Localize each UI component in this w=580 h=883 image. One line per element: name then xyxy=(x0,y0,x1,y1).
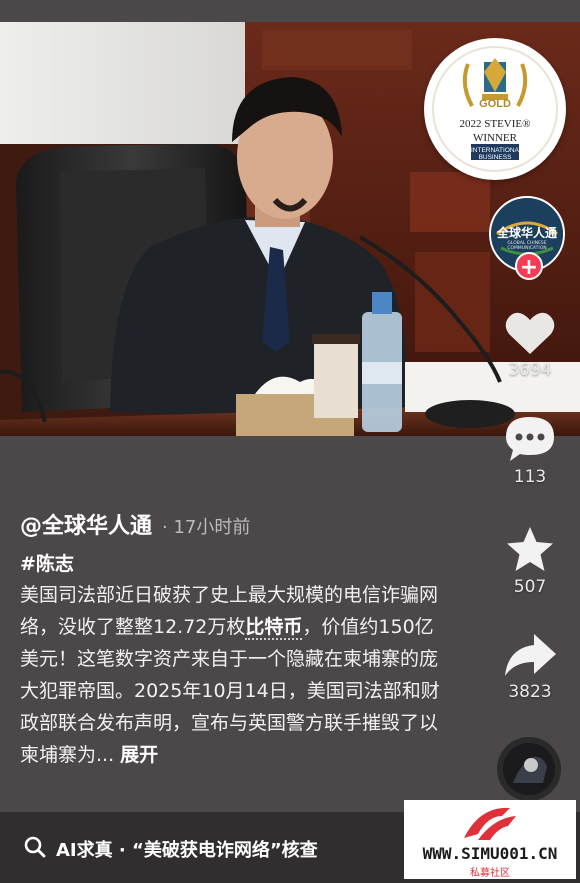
award-winner: WINNER xyxy=(473,132,517,144)
music-cover-icon xyxy=(503,743,555,795)
comment-icon xyxy=(506,417,554,461)
description-text-2: ，价值约150亿美元！这笔数字资产来自于一个隐藏在柬埔寨的庞大犯罪帝国。2025… xyxy=(20,616,440,766)
post-time: · 17小时前 xyxy=(162,517,251,538)
watermark-url: WWW.SIMU001.CN xyxy=(422,844,558,863)
watermark-label: 私募社区 xyxy=(470,868,510,879)
comment-count: 113 xyxy=(513,467,547,487)
search-icon xyxy=(24,836,46,858)
heart-icon xyxy=(505,312,555,354)
star-icon xyxy=(507,527,553,571)
share-arrow-icon xyxy=(505,634,556,676)
award-year: 2022 STEVIE® xyxy=(459,118,531,130)
watermark: WWW.SIMU001.CN 私募社区 xyxy=(404,800,576,879)
short-video-player: GOLD 2022 STEVIE® WINNER INTERNATIONAL B… xyxy=(0,0,580,883)
award-badge: GOLD 2022 STEVIE® WINNER INTERNATIONAL B… xyxy=(424,38,566,180)
favorite-button[interactable]: 507 xyxy=(500,525,560,597)
keyword-link[interactable]: 比特币 xyxy=(245,616,303,640)
award-name: INTERNATIONAL BUSINESS AWARDS xyxy=(471,147,523,168)
channel-logo-sub: GLOBAL CHINESE COMMUNICATION xyxy=(507,241,547,251)
like-count: 3694 xyxy=(508,360,552,380)
like-button[interactable]: 3694 xyxy=(500,310,560,380)
author-line: @全球华人通 · 17小时前 xyxy=(20,508,250,540)
share-count: 3823 xyxy=(508,682,552,702)
hashtag-link[interactable]: #陈志 xyxy=(20,549,74,576)
award-gold: GOLD xyxy=(479,98,511,110)
channel-logo-text: 全球华人通 xyxy=(496,226,557,240)
comment-button[interactable]: 113 xyxy=(500,415,560,487)
expand-link[interactable]: 展开 xyxy=(120,744,158,766)
watermark-logo-icon xyxy=(464,807,516,840)
ai-factcheck-text[interactable]: AI求真 · “美破获电诈网络”核查 xyxy=(56,836,318,862)
share-button[interactable]: 3823 xyxy=(500,632,560,702)
video-description: 美国司法部近日破获了史上最大规模的电信诈骗网络，没收了整整12.72万枚比特币，… xyxy=(20,579,440,771)
music-disc[interactable] xyxy=(497,737,561,801)
author-name[interactable]: @全球华人通 xyxy=(20,514,152,539)
favorite-count: 507 xyxy=(513,577,547,597)
follow-button[interactable]: + xyxy=(515,252,543,280)
